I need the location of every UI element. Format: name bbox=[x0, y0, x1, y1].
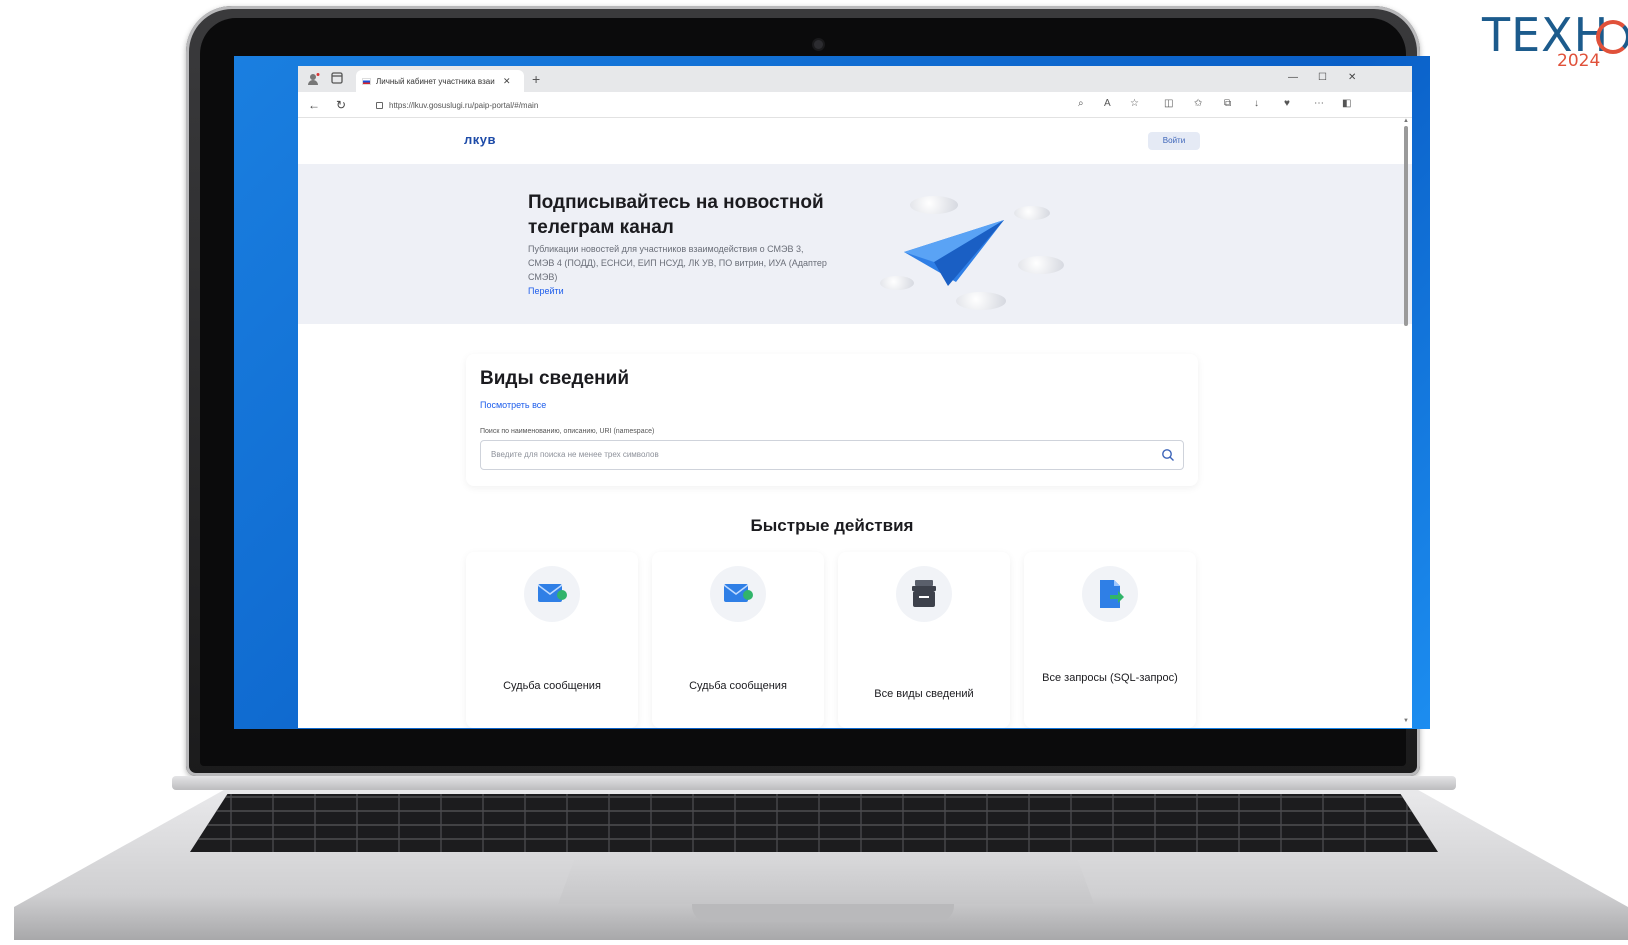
envelope-icon bbox=[710, 566, 766, 622]
zoom-icon[interactable]: ⌕ bbox=[1078, 98, 1084, 109]
info-types-title: Виды сведений bbox=[480, 368, 629, 389]
search-icon[interactable] bbox=[1161, 448, 1175, 462]
view-all-link[interactable]: Посмотреть все bbox=[480, 400, 546, 410]
archive-box-icon bbox=[896, 566, 952, 622]
favorite-star-icon[interactable]: ☆ bbox=[1130, 98, 1139, 109]
banner-go-link[interactable]: Перейти bbox=[528, 286, 564, 296]
login-button[interactable]: Войти bbox=[1148, 132, 1200, 150]
laptop-hinge bbox=[172, 776, 1456, 790]
favicon-icon bbox=[362, 77, 371, 85]
new-tab-icon[interactable]: + bbox=[532, 71, 540, 87]
quick-actions-title: Быстрые действия bbox=[750, 516, 914, 535]
banner-title: Подписывайтесь на новостной телеграм кан… bbox=[528, 192, 824, 238]
quick-action-label: Судьба сообщения bbox=[503, 680, 601, 692]
brand-logo-year: 2024 bbox=[1557, 51, 1601, 71]
info-types-card: Виды сведений Посмотреть все Поиск по на… bbox=[466, 354, 1198, 486]
close-window-icon[interactable]: ✕ bbox=[1348, 72, 1356, 83]
document-export-icon bbox=[1082, 566, 1138, 622]
cloud-icon bbox=[956, 292, 1006, 310]
url-text: https://lkuv.gosuslugi.ru/paip-portal/#/… bbox=[389, 100, 539, 110]
quick-action-label: Судьба сообщения bbox=[689, 680, 787, 692]
download-icon[interactable]: ↓ bbox=[1254, 98, 1259, 109]
quick-action-label: Все запросы (SQL-запрос) bbox=[1042, 672, 1178, 684]
cloud-icon bbox=[1014, 206, 1050, 220]
laptop-notch bbox=[692, 904, 954, 922]
banner-text: Публикации новостей для участников взаим… bbox=[528, 244, 827, 282]
search-input[interactable]: Введите для поиска не менее трех символо… bbox=[480, 440, 1184, 470]
refresh-icon[interactable]: ↻ bbox=[336, 98, 346, 112]
search-placeholder: Введите для поиска не менее трех символо… bbox=[491, 450, 659, 459]
address-bar: ← ↻ https://lkuv.gosuslugi.ru/paip-porta… bbox=[298, 92, 1412, 118]
trackpad bbox=[558, 860, 1094, 904]
workspaces-icon[interactable] bbox=[330, 72, 344, 86]
split-screen-icon[interactable]: ◫ bbox=[1164, 98, 1173, 109]
telegram-banner: Подписывайтесь на новостной телеграм кан… bbox=[298, 164, 1412, 324]
stage: ТЕХН 2024 Личный кабинет участника взаи … bbox=[0, 0, 1628, 945]
tab-title: Личный кабинет участника взаи bbox=[376, 76, 495, 86]
minimize-icon[interactable]: — bbox=[1288, 72, 1298, 83]
tab-active[interactable]: Личный кабинет участника взаи ✕ bbox=[356, 70, 524, 92]
keyboard-rows bbox=[190, 794, 1438, 852]
quick-action-card[interactable]: Все виды сведений bbox=[838, 552, 1010, 728]
paper-plane-icon bbox=[904, 220, 1004, 286]
favorites-icon[interactable]: ✩ bbox=[1194, 98, 1202, 109]
maximize-icon[interactable]: ☐ bbox=[1318, 72, 1327, 83]
profile-icon[interactable] bbox=[306, 72, 320, 86]
site-logo[interactable]: лкув bbox=[464, 132, 496, 147]
search-label: Поиск по наименованию, описанию, URI (na… bbox=[480, 428, 655, 435]
quick-action-label: Все виды сведений bbox=[874, 688, 974, 700]
browser-window: Личный кабинет участника взаи ✕ + — ☐ ✕ … bbox=[298, 66, 1412, 728]
site-header: лкув Войти bbox=[298, 118, 1412, 164]
quick-action-card[interactable]: Судьба сообщения bbox=[652, 552, 824, 728]
back-icon[interactable]: ← bbox=[308, 98, 320, 112]
url-field[interactable]: https://lkuv.gosuslugi.ru/paip-portal/#/… bbox=[364, 96, 1084, 114]
scroll-down-icon[interactable]: ▼ bbox=[1403, 718, 1409, 724]
quick-action-card[interactable]: Все запросы (SQL-запрос) bbox=[1024, 552, 1196, 728]
collections-icon[interactable]: ⧉ bbox=[1224, 98, 1231, 109]
sidebar-icon[interactable]: ◧ bbox=[1342, 98, 1351, 109]
read-aloud-icon[interactable]: A bbox=[1104, 98, 1111, 109]
scroll-up-icon[interactable]: ▲ bbox=[1403, 118, 1409, 124]
envelope-icon bbox=[524, 566, 580, 622]
tab-bar: Личный кабинет участника взаи ✕ + — ☐ ✕ bbox=[298, 66, 1412, 92]
scrollbar-thumb[interactable] bbox=[1404, 126, 1408, 326]
more-icon[interactable]: ⋯ bbox=[1314, 98, 1324, 109]
lock-icon bbox=[376, 101, 383, 109]
cloud-icon bbox=[1018, 256, 1064, 274]
web-page: лкув Войти Подписывайтесь на новостной т… bbox=[298, 118, 1412, 728]
quick-action-card[interactable]: Судьба сообщения bbox=[466, 552, 638, 728]
camera-icon bbox=[814, 40, 823, 49]
close-tab-icon[interactable]: ✕ bbox=[503, 76, 511, 87]
extension-icon[interactable]: ♥ bbox=[1284, 98, 1290, 109]
brand-logo-mark bbox=[1596, 20, 1628, 54]
cloud-icon bbox=[910, 196, 958, 214]
